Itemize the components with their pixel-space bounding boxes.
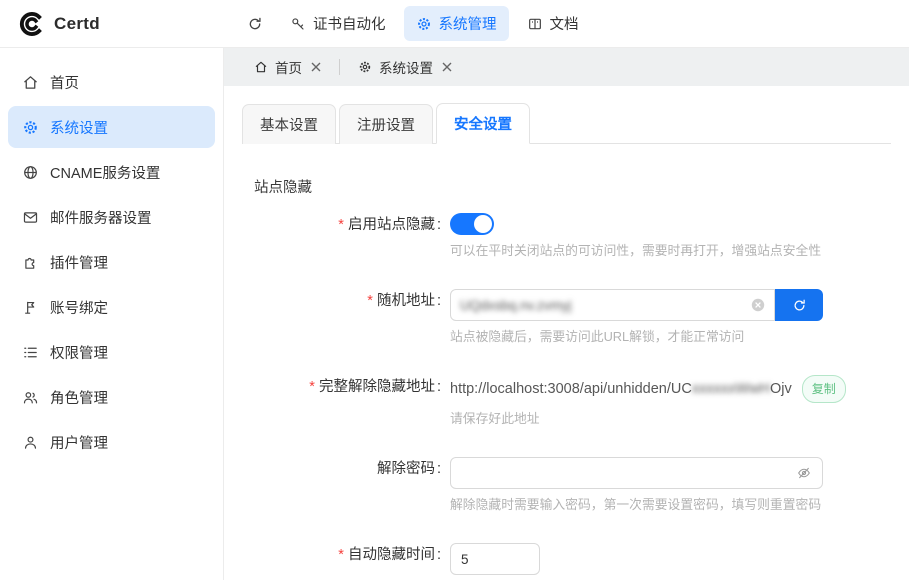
header-nav: 证书自动化 系统管理 文档 <box>224 6 591 41</box>
sidebar-item-label: CNAME服务设置 <box>50 162 160 183</box>
form-row-auto-hide-time: 自动隐藏时间 多少分钟内无请求自动隐藏 <box>242 543 891 580</box>
key-icon <box>290 16 306 32</box>
nav-label: 文档 <box>550 13 579 34</box>
app-header: Certd 证书自动化 系统管理 文档 <box>0 0 909 48</box>
book-icon <box>527 16 543 32</box>
random-address-input-group: UQdxsbq.nv.zvmyj <box>450 289 823 321</box>
toggle-knob <box>474 215 492 233</box>
open-tab-label: 首页 <box>275 57 302 77</box>
random-address-input[interactable]: UQdxsbq.nv.zvmyj <box>450 289 775 321</box>
auto-hide-time-input[interactable] <box>450 543 540 575</box>
gear-icon <box>22 119 39 136</box>
home-icon <box>254 60 268 74</box>
refresh-icon <box>792 298 807 313</box>
unhide-url-text: http://localhost:3008/api/unhidden/UCxxx… <box>450 378 792 400</box>
open-tab-system-settings[interactable]: 系统设置 <box>348 48 462 86</box>
sidebar-item-plugin-management[interactable]: 插件管理 <box>8 241 215 283</box>
sidebar-item-label: 系统设置 <box>50 117 108 138</box>
field-help: 站点被隐藏后，需要访问此URL解锁，才能正常访问 <box>450 329 891 345</box>
nav-label: 系统管理 <box>439 13 497 34</box>
list-icon <box>22 344 39 361</box>
field-label: 启用站点隐藏 <box>242 213 450 259</box>
form-row-random-address: 随机地址 UQdxsbq.nv.zvmyj 站点被隐藏后，需要访问此URL解锁，… <box>242 289 891 345</box>
sidebar-item-label: 邮件服务器设置 <box>50 207 152 228</box>
clear-icon[interactable] <box>751 298 765 312</box>
nav-cert-automation[interactable]: 证书自动化 <box>278 6 398 41</box>
settings-content: 基本设置 注册设置 安全设置 站点隐藏 启用站点隐藏 可以在平时关闭站点的可访问… <box>224 86 909 580</box>
open-tab-home[interactable]: 首页 <box>244 48 331 86</box>
field-help: 请保存好此地址 <box>450 411 891 427</box>
form-row-unhide-password: 解除密码 解除隐藏时需要输入密码，第一次需要设置密码，填写则重置密码 <box>242 457 891 513</box>
sidebar-item-label: 插件管理 <box>50 252 108 273</box>
unhide-password-input[interactable] <box>461 466 796 481</box>
eye-invisible-icon[interactable] <box>796 465 812 481</box>
field-label: 随机地址 <box>242 289 450 345</box>
url-prefix: http://localhost:3008/api/unhidden/UC <box>450 381 692 397</box>
team-icon <box>22 389 39 406</box>
sidebar-item-label: 首页 <box>50 72 79 93</box>
sidebar-item-mail-server[interactable]: 邮件服务器设置 <box>8 196 215 238</box>
settings-tabs: 基本设置 注册设置 安全设置 <box>242 102 891 144</box>
sidebar: 首页 系统设置 CNAME服务设置 邮件服务器设置 插件管理 账号绑定 权限管理 <box>0 48 224 580</box>
plugin-icon <box>22 254 39 271</box>
close-icon[interactable] <box>442 62 452 72</box>
copy-button[interactable]: 复制 <box>802 375 846 403</box>
close-icon[interactable] <box>311 62 321 72</box>
refresh-icon[interactable] <box>238 9 272 39</box>
tab-register-settings[interactable]: 注册设置 <box>339 104 433 144</box>
brand: Certd <box>0 11 224 37</box>
unhide-password-field-wrap <box>450 457 823 489</box>
flag-icon <box>22 299 39 316</box>
sidebar-item-system-settings[interactable]: 系统设置 <box>8 106 215 148</box>
nav-docs[interactable]: 文档 <box>515 6 591 41</box>
mail-icon <box>22 209 39 226</box>
regenerate-address-button[interactable] <box>775 289 823 321</box>
sidebar-item-label: 角色管理 <box>50 387 108 408</box>
gear-icon <box>358 60 372 74</box>
nav-label: 证书自动化 <box>313 13 386 34</box>
sidebar-item-user-management[interactable]: 用户管理 <box>8 421 215 463</box>
form-row-full-unhide-url: 完整解除隐藏地址 http://localhost:3008/api/unhid… <box>242 375 891 427</box>
field-label: 解除密码 <box>242 457 450 513</box>
sidebar-item-label: 账号绑定 <box>50 297 108 318</box>
sidebar-item-account-binding[interactable]: 账号绑定 <box>8 286 215 328</box>
user-icon <box>22 434 39 451</box>
url-suffix: Ojv <box>770 381 792 397</box>
sidebar-item-permission-management[interactable]: 权限管理 <box>8 331 215 373</box>
nav-system-management[interactable]: 系统管理 <box>404 6 509 41</box>
sidebar-item-cname-settings[interactable]: CNAME服务设置 <box>8 151 215 193</box>
tab-divider <box>339 59 340 75</box>
certd-logo-icon <box>18 11 44 37</box>
sidebar-item-label: 用户管理 <box>50 432 108 453</box>
field-label: 完整解除隐藏地址 <box>242 375 450 427</box>
sidebar-item-home[interactable]: 首页 <box>8 61 215 103</box>
field-help: 可以在平时关闭站点的可访问性，需要时再打开，增强站点安全性 <box>450 243 891 259</box>
gear-icon <box>416 16 432 32</box>
enable-site-hiding-toggle[interactable] <box>450 213 494 235</box>
tab-basic-settings[interactable]: 基本设置 <box>242 104 336 144</box>
section-title-site-hiding: 站点隐藏 <box>254 176 891 197</box>
form-row-enable-site-hiding: 启用站点隐藏 可以在平时关闭站点的可访问性，需要时再打开，增强站点安全性 <box>242 213 891 259</box>
globe-icon <box>22 164 39 181</box>
tab-security-settings[interactable]: 安全设置 <box>436 103 530 144</box>
url-redacted: xxxxxxWwH <box>692 381 770 397</box>
sidebar-item-label: 权限管理 <box>50 342 108 363</box>
sidebar-item-role-management[interactable]: 角色管理 <box>8 376 215 418</box>
field-help: 解除隐藏时需要输入密码，第一次需要设置密码，填写则重置密码 <box>450 497 891 513</box>
open-tab-label: 系统设置 <box>379 57 433 77</box>
field-label: 自动隐藏时间 <box>242 543 450 580</box>
home-icon <box>22 74 39 91</box>
random-address-value: UQdxsbq.nv.zvmyj <box>460 298 751 313</box>
app-title: Certd <box>54 14 100 34</box>
open-tabs-bar: 首页 系统设置 <box>224 48 909 86</box>
